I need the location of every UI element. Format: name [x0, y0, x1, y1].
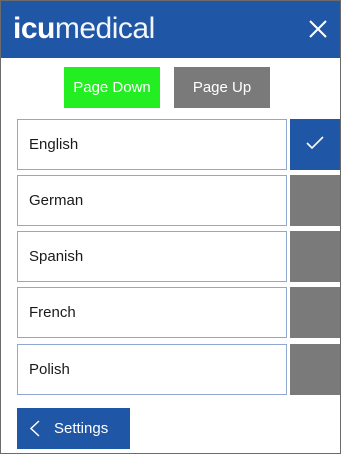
language-checkbox-polish[interactable]: [290, 344, 340, 395]
language-row-spanish: Spanish: [17, 231, 340, 282]
language-label: Spanish: [29, 248, 84, 265]
language-row-french: French: [17, 287, 340, 338]
language-option-french[interactable]: French: [17, 287, 287, 338]
language-option-german[interactable]: German: [17, 175, 287, 226]
language-label: English: [29, 136, 79, 153]
logo-light-text: medical: [54, 12, 155, 45]
language-checkbox-french[interactable]: [290, 287, 340, 338]
page-up-button[interactable]: Page Up: [174, 67, 270, 108]
language-row-german: German: [17, 175, 340, 226]
page-down-button[interactable]: Page Down: [64, 67, 160, 108]
logo-bold-text: icu: [13, 12, 55, 45]
checkmark-icon: [306, 136, 324, 150]
language-option-polish[interactable]: Polish: [17, 344, 287, 395]
language-option-english[interactable]: English: [17, 119, 287, 170]
language-label: German: [29, 192, 84, 209]
settings-back-button[interactable]: Settings: [17, 408, 130, 449]
language-checkbox-english[interactable]: [290, 119, 340, 170]
language-label: French: [29, 304, 76, 321]
chevron-left-icon: [30, 420, 40, 437]
language-checkbox-spanish[interactable]: [290, 231, 340, 282]
page-down-label: Page Down: [73, 79, 151, 96]
language-row-polish: Polish: [17, 344, 340, 395]
language-screen: icu medical Page Down Page Up English Ger…: [0, 0, 341, 454]
close-button[interactable]: [304, 15, 332, 43]
settings-label: Settings: [54, 420, 109, 437]
language-checkbox-german[interactable]: [290, 175, 340, 226]
page-up-label: Page Up: [192, 79, 252, 96]
language-option-spanish[interactable]: Spanish: [17, 231, 287, 282]
close-icon: [309, 20, 327, 38]
language-label: Polish: [29, 361, 70, 378]
header-bar: icu medical: [1, 1, 340, 58]
icu-medical-logo: icu medical: [13, 12, 155, 46]
language-row-english: English: [17, 119, 340, 170]
